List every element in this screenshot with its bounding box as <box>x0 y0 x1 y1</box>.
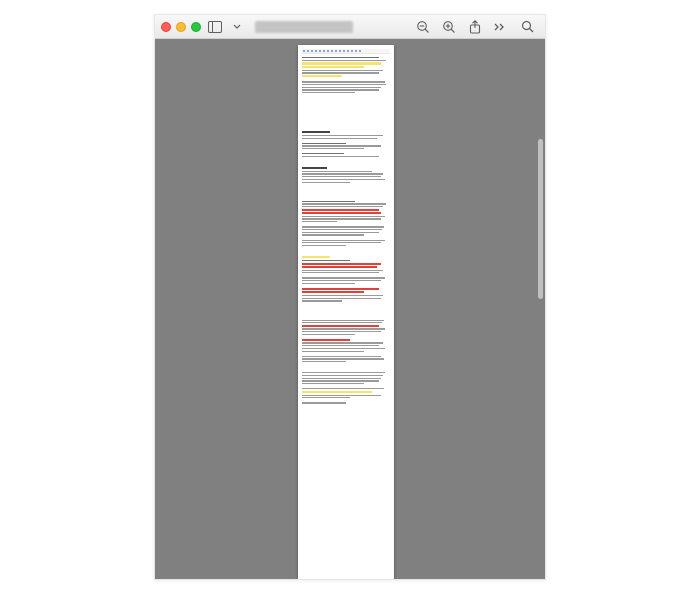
window-title-blurred <box>255 21 353 33</box>
sidebar-toggle-icon[interactable] <box>207 19 223 35</box>
close-button[interactable] <box>161 22 171 32</box>
minimize-button[interactable] <box>176 22 186 32</box>
search-icon[interactable] <box>519 19 535 35</box>
zoom-button[interactable] <box>191 22 201 32</box>
document-viewport[interactable] <box>155 39 545 579</box>
titlebar <box>155 15 545 39</box>
view-menu-chevron-icon[interactable] <box>229 19 245 35</box>
more-chevrons-icon[interactable] <box>493 19 509 35</box>
scrollbar-thumb[interactable] <box>538 139 543 299</box>
preview-window <box>154 14 546 580</box>
document-page <box>298 45 394 579</box>
vertical-scrollbar[interactable] <box>538 139 543 299</box>
window-traffic-lights <box>161 22 201 32</box>
zoom-out-icon[interactable] <box>415 19 431 35</box>
zoom-in-icon[interactable] <box>441 19 457 35</box>
share-icon[interactable] <box>467 19 483 35</box>
